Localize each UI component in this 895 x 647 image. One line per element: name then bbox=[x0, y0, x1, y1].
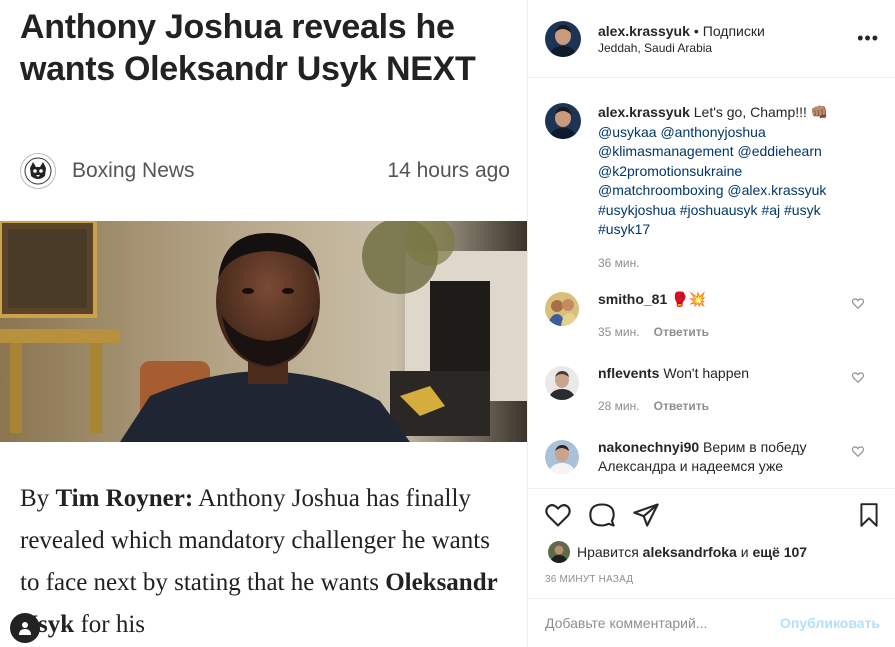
likes-user[interactable]: aleksandrfoka bbox=[643, 544, 737, 560]
post-image[interactable]: Anthony Joshua reveals he wants Oleksand… bbox=[0, 0, 527, 647]
article-body: By Tim Royner: Anthony Joshua has finall… bbox=[20, 485, 498, 638]
comment-text: Won't happen bbox=[663, 365, 750, 381]
source-logo-icon bbox=[20, 153, 56, 189]
heart-icon[interactable] bbox=[851, 444, 865, 458]
bookmark-icon[interactable] bbox=[856, 501, 882, 529]
comment-time: 35 мин. bbox=[598, 325, 640, 339]
like-heart-icon[interactable] bbox=[544, 501, 572, 529]
heart-icon[interactable] bbox=[851, 296, 865, 310]
post-header: alex.krassyuk • Подписки Jeddah, Saudi Ara… bbox=[528, 0, 895, 78]
caption-tag[interactable]: @klimasmanagement bbox=[598, 143, 734, 159]
caption-tag[interactable]: @eddiehearn bbox=[738, 143, 822, 159]
caption-tag[interactable]: @k2promotionsukraine bbox=[598, 163, 742, 179]
avatar[interactable] bbox=[545, 440, 579, 474]
caption-text: Let's go, Champ!!! 👊🏽 bbox=[693, 104, 829, 120]
reply-button[interactable]: Ответить bbox=[654, 399, 709, 413]
comment-item: smitho_81 🥊💥 35 мин. Ответить bbox=[528, 290, 895, 342]
post-location[interactable]: Jeddah, Saudi Arabia bbox=[598, 41, 857, 55]
caption-hashtag[interactable]: #usyk bbox=[784, 202, 821, 218]
article-source: Boxing News bbox=[72, 159, 195, 182]
caption-hashtag[interactable]: #usykjoshua bbox=[598, 202, 676, 218]
comment-text: 🥊💥 bbox=[671, 291, 707, 307]
following-button[interactable]: Подписки bbox=[703, 23, 765, 39]
avatar[interactable] bbox=[545, 366, 579, 400]
post-sidebar: alex.krassyuk • Подписки Jeddah, Saudi Ara… bbox=[527, 0, 895, 647]
comment-item: nakonechnyi90 Верим в победу Александра … bbox=[528, 438, 895, 476]
more-horizontal-icon[interactable]: ••• bbox=[857, 28, 879, 49]
article-photo bbox=[0, 221, 527, 442]
caption-hashtag[interactable]: #aj bbox=[761, 202, 780, 218]
avatar bbox=[548, 541, 570, 563]
post-timestamp[interactable]: 36 МИНУТ НАЗАД bbox=[545, 574, 633, 585]
caption-tag[interactable]: @matchroomboxing bbox=[598, 182, 724, 198]
comment-username[interactable]: nflevents bbox=[598, 365, 659, 381]
heart-icon[interactable] bbox=[851, 370, 865, 384]
article-author: Tim Royner: bbox=[55, 485, 194, 512]
article-byline: Boxing News 14 hours ago bbox=[20, 151, 510, 191]
tagged-users-icon[interactable] bbox=[10, 613, 40, 643]
add-comment-bar: Опубликовать bbox=[528, 598, 895, 647]
likes-and: и bbox=[740, 544, 749, 560]
comment-item: nflevents Won't happen 28 мин. Ответить bbox=[528, 364, 895, 416]
publish-button[interactable]: Опубликовать bbox=[780, 615, 880, 631]
caption-avatar[interactable] bbox=[545, 103, 581, 139]
comment-input[interactable] bbox=[545, 615, 781, 631]
comment-time: 28 мин. bbox=[598, 399, 640, 413]
likes-count[interactable]: ещё 107 bbox=[752, 544, 807, 560]
likes-prefix: Нравится bbox=[577, 544, 639, 560]
comment-username[interactable]: smitho_81 bbox=[598, 291, 667, 307]
comment-bubble-icon[interactable] bbox=[588, 501, 616, 529]
article-time: 14 hours ago bbox=[387, 159, 510, 182]
article-headline: Anthony Joshua reveals he wants Oleksand… bbox=[20, 8, 476, 88]
caption-hashtag[interactable]: #joshuausyk bbox=[680, 202, 758, 218]
caption-hashtag[interactable]: #usyk17 bbox=[598, 221, 650, 237]
caption-tag[interactable]: @usykaa bbox=[598, 124, 657, 140]
caption-tag[interactable]: @alex.krassyuk bbox=[727, 182, 826, 198]
caption-tag[interactable]: @anthonyjoshua bbox=[660, 124, 765, 140]
post-author-username[interactable]: alex.krassyuk bbox=[598, 23, 690, 39]
comments-list[interactable]: alex.krassyuk Let's go, Champ!!! 👊🏽 @usy… bbox=[528, 79, 895, 488]
reply-button[interactable]: Ответить bbox=[654, 325, 709, 339]
caption-time: 36 мин. bbox=[598, 255, 640, 270]
avatar[interactable] bbox=[545, 292, 579, 326]
share-send-icon[interactable] bbox=[632, 501, 660, 529]
likes-summary[interactable]: Нравится aleksandrfoka и ещё 107 bbox=[548, 541, 807, 563]
comment-username[interactable]: nakonechnyi90 bbox=[598, 439, 699, 455]
avatar[interactable] bbox=[545, 20, 581, 57]
separator-dot: • bbox=[693, 22, 699, 39]
post-caption: alex.krassyuk Let's go, Champ!!! 👊🏽 @usy… bbox=[528, 79, 895, 273]
post-actions: Нравится aleksandrfoka и ещё 107 36 МИНУ… bbox=[528, 488, 895, 598]
caption-username[interactable]: alex.krassyuk bbox=[598, 104, 690, 120]
